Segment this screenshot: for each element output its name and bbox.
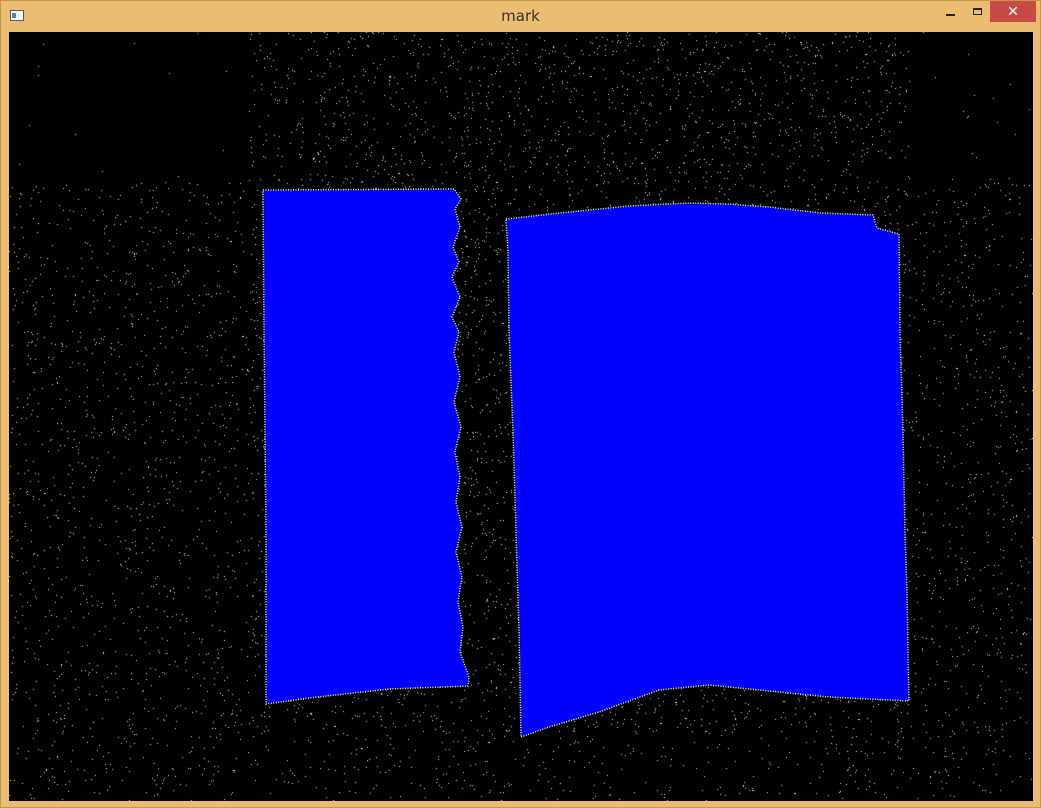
image-canvas[interactable] bbox=[9, 32, 1033, 801]
window-title: mark bbox=[501, 7, 540, 25]
segmentation-overlay bbox=[262, 188, 910, 739]
segment-right-panel bbox=[505, 202, 910, 739]
minimize-icon bbox=[945, 13, 955, 16]
title-bar[interactable]: mark ✕ bbox=[1, 1, 1040, 31]
close-icon: ✕ bbox=[1007, 3, 1019, 20]
close-button[interactable]: ✕ bbox=[990, 1, 1036, 22]
segment-left-panel bbox=[262, 188, 470, 705]
app-window: mark ✕ bbox=[0, 0, 1041, 808]
maximize-icon bbox=[972, 8, 982, 15]
maximize-button[interactable] bbox=[964, 1, 990, 22]
minimize-button[interactable] bbox=[937, 1, 963, 22]
